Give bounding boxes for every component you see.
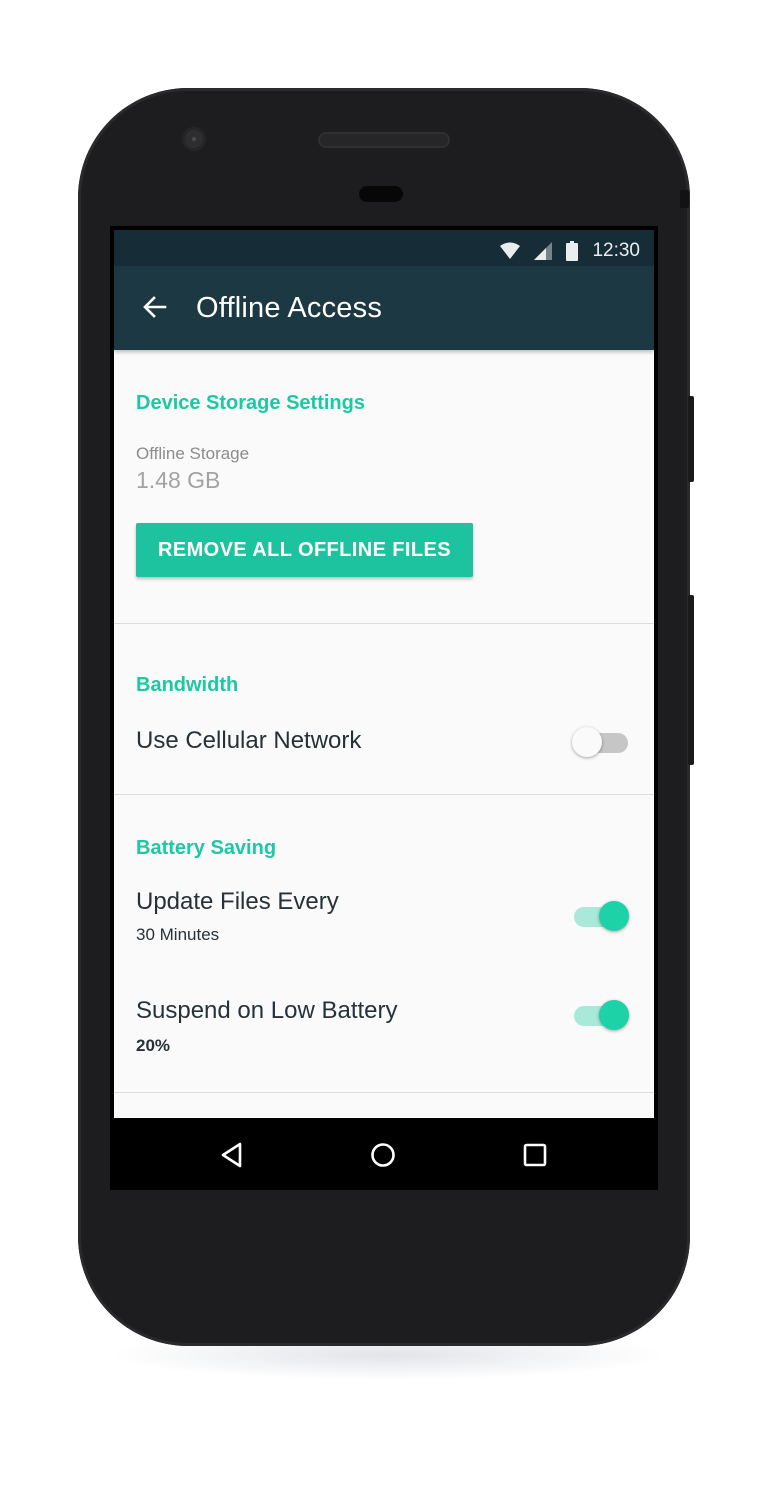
storage-section: Device Storage Settings Offline Storage … xyxy=(114,350,654,624)
toggle-thumb xyxy=(599,901,629,931)
remove-all-offline-files-button[interactable]: REMOVE ALL OFFLINE FILES xyxy=(136,523,473,577)
status-time: 12:30 xyxy=(592,240,640,261)
battery-saving-section-title: Battery Saving xyxy=(136,837,277,859)
phone-screen: 12:30 Offline Access Device Storage Sett… xyxy=(110,226,658,1190)
use-cellular-network-label: Use Cellular Network xyxy=(136,727,362,754)
bandwidth-section-title: Bandwidth xyxy=(136,674,239,696)
update-files-every-toggle[interactable] xyxy=(572,898,630,932)
suspend-on-low-battery-value: 20% xyxy=(136,1036,171,1055)
suspend-on-low-battery-label: Suspend on Low Battery xyxy=(136,997,398,1024)
battery-saving-section: Battery Saving Update Files Every 30 Min… xyxy=(114,795,654,1093)
arrow-left-icon[interactable] xyxy=(140,292,170,322)
settings-content[interactable]: Device Storage Settings Offline Storage … xyxy=(114,350,654,1120)
offline-storage-value: 1.48 GB xyxy=(136,467,221,493)
suspend-on-low-battery-toggle[interactable] xyxy=(572,997,630,1031)
toggle-thumb xyxy=(599,1000,629,1030)
recents-square-icon[interactable] xyxy=(520,1140,550,1170)
bandwidth-section: Bandwidth Use Cellular Network xyxy=(114,624,654,795)
back-triangle-icon[interactable] xyxy=(218,1140,248,1170)
wifi-icon xyxy=(500,242,521,259)
proximity-sensor xyxy=(359,186,403,202)
toggle-thumb xyxy=(572,727,602,757)
status-icons: 12:30 xyxy=(500,240,640,262)
use-cellular-network-toggle[interactable] xyxy=(572,724,630,758)
status-bar: 12:30 xyxy=(114,230,654,270)
navigation-bar xyxy=(110,1118,658,1190)
phone-volume-button xyxy=(688,595,694,765)
page-title: Offline Access xyxy=(196,292,383,324)
battery-icon xyxy=(566,241,579,261)
home-circle-icon[interactable] xyxy=(368,1140,398,1170)
phone-power-button xyxy=(688,396,694,482)
earpiece-speaker xyxy=(318,132,450,148)
cell-signal-icon xyxy=(534,242,553,260)
front-camera xyxy=(182,127,206,151)
storage-section-title: Device Storage Settings xyxy=(136,392,365,414)
update-files-every-value: 30 Minutes xyxy=(136,925,220,944)
update-files-every-label: Update Files Every xyxy=(136,888,339,915)
offline-storage-label: Offline Storage xyxy=(136,444,250,463)
phone-top-button xyxy=(680,190,689,208)
page: 12:30 Offline Access Device Storage Sett… xyxy=(0,0,770,1500)
app-bar: Offline Access xyxy=(114,266,654,350)
